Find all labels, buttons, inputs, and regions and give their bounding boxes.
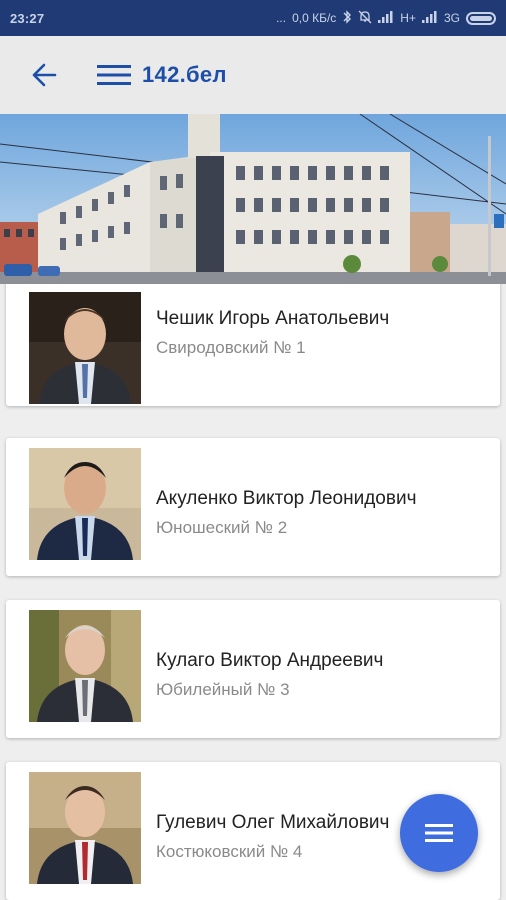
notification-dots-icon: ... (276, 11, 287, 25)
deputy-district: Костюковский № 4 (156, 842, 303, 861)
deputy-district: Юбилейный № 3 (156, 680, 290, 699)
status-indicators: ... 0,0 КБ/с H+ 3G (276, 9, 496, 27)
signal-icon (378, 10, 394, 26)
hamburger-menu-icon (97, 65, 131, 85)
list-item[interactable]: Акуленко Виктор Леонидович Юношеский № 2 (6, 438, 500, 576)
list-item[interactable]: Кулаго Виктор Андреевич Юбилейный № 3 (6, 600, 500, 738)
app-bar: 142.бел (0, 36, 506, 114)
battery-icon (466, 11, 496, 25)
deputy-district: Свиродовский № 1 (156, 338, 306, 357)
list-item[interactable]: Чешик Игорь Анатольевич Свиродовский № 1 (6, 284, 500, 406)
status-bar: 23:27 ... 0,0 КБ/с H+ 3G (0, 0, 506, 36)
deputy-name: Чешик Игорь Анатольевич (156, 308, 390, 329)
deputy-district: Юношеский № 2 (156, 518, 288, 537)
avatar (29, 292, 141, 404)
network-type-2: 3G (443, 11, 460, 25)
fab-menu-button[interactable] (400, 794, 478, 872)
avatar (29, 610, 141, 722)
app-title: 142.бел (142, 62, 227, 87)
network-speed: 0,0 КБ/с (292, 11, 337, 25)
bluetooth-icon (342, 9, 352, 27)
back-button[interactable] (22, 53, 66, 97)
avatar (29, 448, 141, 560)
mute-bell-icon (358, 10, 372, 27)
network-type-1: H+ (400, 11, 416, 25)
deputy-name: Гулевич Олег Михайлович (156, 812, 390, 833)
deputy-name: Кулаго Виктор Андреевич (156, 650, 384, 671)
deputy-name: Акуленко Виктор Леонидович (156, 488, 417, 509)
menu-button[interactable] (92, 53, 136, 97)
header-building-image (0, 114, 506, 284)
arrow-back-icon (32, 63, 57, 87)
status-time: 23:27 (10, 10, 45, 26)
signal-icon-2 (421, 10, 438, 26)
avatar (29, 772, 141, 884)
menu-icon (425, 824, 453, 842)
